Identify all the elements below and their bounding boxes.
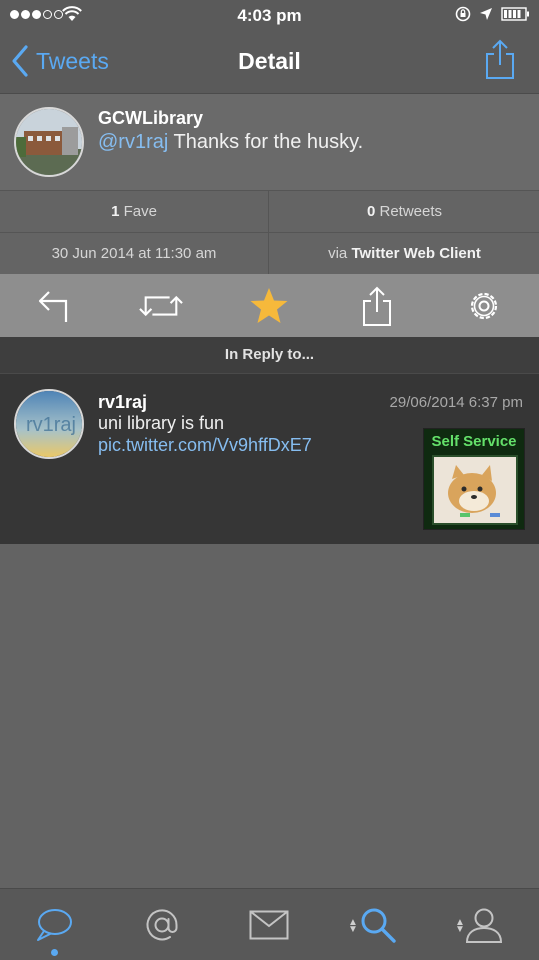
thumbnail-caption: Self Service xyxy=(431,433,517,450)
tab-bar: ▲ ▼ ▲ ▼ xyxy=(0,888,539,960)
location-icon xyxy=(480,8,492,20)
reply-button[interactable] xyxy=(32,284,76,328)
mention-link[interactable]: @rv1raj xyxy=(98,131,168,153)
tweet-meta: 30 Jun 2014 at 11:30 am via Twitter Web … xyxy=(0,232,539,274)
tweet-date: 30 Jun 2014 at 11:30 am xyxy=(0,233,269,274)
tweet-body: Thanks for the husky. xyxy=(168,131,364,153)
retweet-button[interactable] xyxy=(139,284,183,328)
avatar[interactable] xyxy=(14,107,84,177)
svg-text:rv1raj: rv1raj xyxy=(26,414,76,436)
avatar[interactable]: rv1raj xyxy=(14,389,84,459)
tab-search[interactable] xyxy=(356,903,400,947)
share-icon xyxy=(486,39,514,79)
share-tweet-button[interactable] xyxy=(355,284,399,328)
tab-mentions[interactable] xyxy=(140,903,184,947)
thumbnail-image xyxy=(432,455,518,525)
profile-icon xyxy=(465,908,503,943)
settings-button[interactable] xyxy=(462,284,506,328)
action-bar xyxy=(0,274,539,337)
navigation-bar: Tweets Detail xyxy=(0,32,539,94)
reply-username[interactable]: rv1raj xyxy=(98,392,147,413)
tweet-detail: GCWLibrary @rv1raj Thanks for the husky. xyxy=(0,94,539,190)
gear-icon xyxy=(470,292,498,320)
faves-count[interactable]: 1 Fave xyxy=(0,191,269,232)
rotation-lock-icon xyxy=(455,6,471,22)
tab-timeline[interactable] xyxy=(32,903,76,947)
tweet-text: @rv1raj Thanks for the husky. xyxy=(98,131,363,154)
retweets-count[interactable]: 0 Retweets xyxy=(270,191,539,232)
tweet-username[interactable]: GCWLibrary xyxy=(98,108,203,129)
share-button[interactable] xyxy=(483,38,517,85)
reply-tweet[interactable]: rv1raj rv1raj 29/06/2014 6:37 pm uni lib… xyxy=(0,374,539,544)
page-title: Detail xyxy=(238,48,301,74)
image-thumbnail[interactable]: Self Service xyxy=(423,428,525,530)
share-icon xyxy=(363,286,391,326)
active-tab-indicator xyxy=(51,949,58,956)
status-bar: 4:03 pm xyxy=(0,0,539,32)
tab-profile[interactable] xyxy=(462,903,506,947)
search-icon xyxy=(361,908,396,943)
pic-link[interactable]: pic.twitter.com/Vv9hffDxE7 xyxy=(98,435,312,455)
favorite-button[interactable] xyxy=(247,284,291,328)
mail-icon xyxy=(249,910,289,940)
tweet-client: via Twitter Web Client xyxy=(328,245,481,262)
battery-icon xyxy=(501,7,529,21)
tab-messages[interactable] xyxy=(247,903,291,947)
star-icon xyxy=(250,288,288,323)
reply-text: uni library is fun pic.twitter.com/Vv9hf… xyxy=(98,413,312,455)
speech-bubble-icon xyxy=(37,909,72,941)
reply-section-header: In Reply to... xyxy=(0,337,539,374)
reply-icon xyxy=(38,291,68,322)
retweet-icon xyxy=(139,295,183,317)
reply-date: 29/06/2014 6:37 pm xyxy=(389,394,523,411)
at-icon xyxy=(146,909,178,941)
tweet-stats: 1 Fave 0 Retweets xyxy=(0,190,539,232)
